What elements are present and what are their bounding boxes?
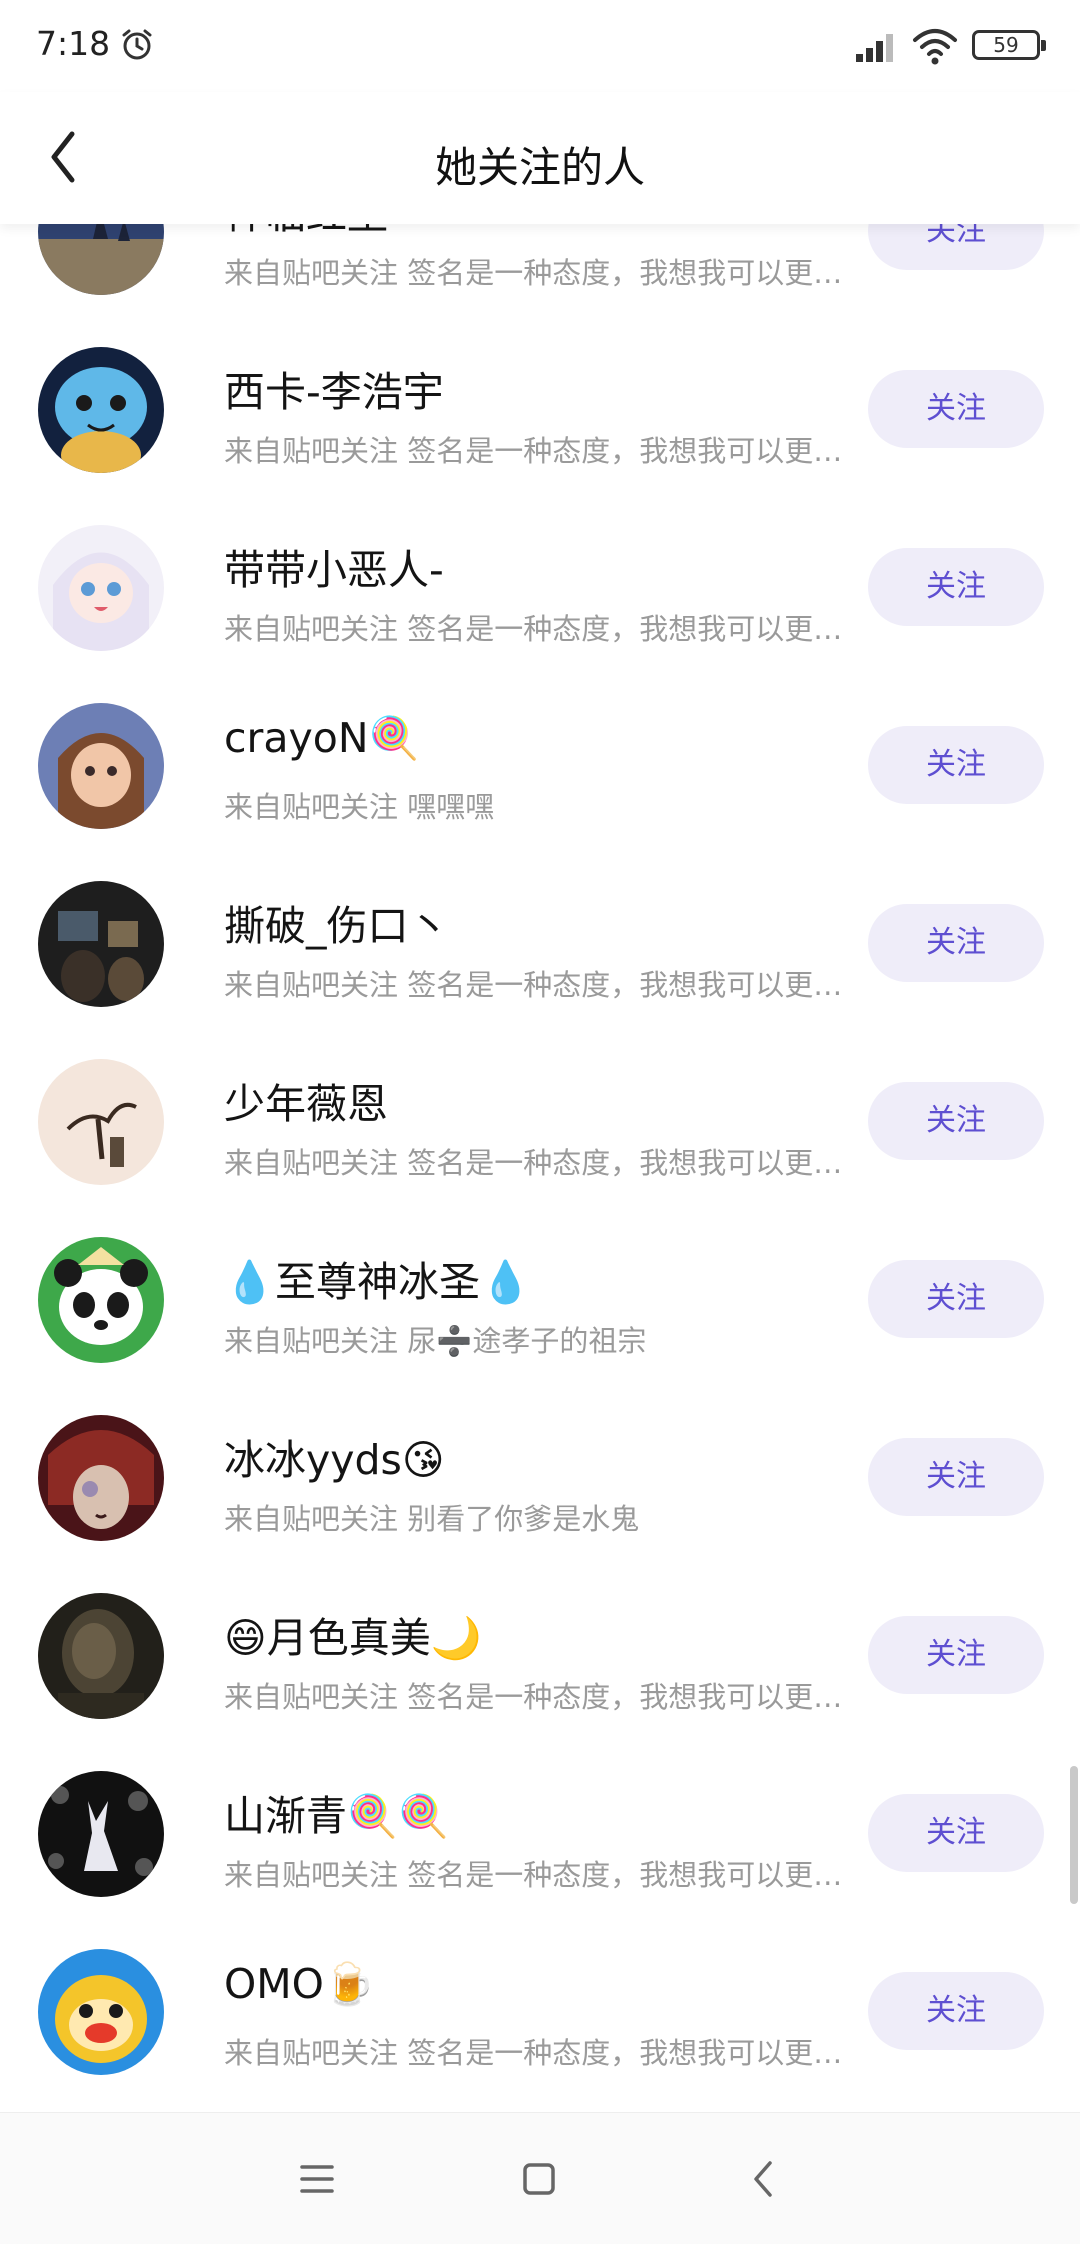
user-desc: 来自贴吧关注 签名是一种态度，我想我可以更酷…: [224, 612, 846, 646]
user-name: 少年薇恩: [224, 1080, 388, 1128]
user-desc: 来自贴吧关注 签名是一种态度，我想我可以更酷…: [224, 1858, 846, 1892]
follow-button[interactable]: 关注: [868, 1616, 1044, 1694]
following-list[interactable]: 神临红尘 来自贴吧关注 签名是一种态度，我想我可以更酷… 关注 西卡-李浩宇 来…: [0, 224, 1080, 2112]
user-desc: 来自贴吧关注 签名是一种态度，我想我可以更酷…: [224, 1146, 846, 1180]
follow-button[interactable]: 关注: [868, 224, 1044, 270]
status-time: 7:18: [36, 24, 111, 63]
user-desc: 来自贴吧关注 签名是一种态度，我想我可以更酷…: [224, 256, 846, 290]
battery-icon: 59: [972, 30, 1046, 60]
alarm-icon: [122, 29, 152, 60]
list-item[interactable]: 少年薇恩 来自贴吧关注 签名是一种态度，我想我可以更酷… 关注: [0, 1032, 1080, 1210]
user-desc: 来自贴吧关注 尿➗途孝子的祖宗: [224, 1324, 647, 1358]
list-item[interactable]: OMO🍺 来自贴吧关注 签名是一种态度，我想我可以更酷… 关注: [0, 1922, 1080, 2100]
follow-button[interactable]: 关注: [868, 1794, 1044, 1872]
system-nav-bar: [0, 2112, 1080, 2244]
wifi-icon: [913, 29, 957, 65]
avatar[interactable]: [38, 1593, 164, 1719]
user-name: 😄月色真美🌙: [224, 1614, 482, 1662]
user-name: 神临红尘: [224, 224, 388, 240]
status-bar: 7:18 59: [0, 0, 1080, 92]
list-item[interactable]: 💧至尊神冰圣💧 来自贴吧关注 尿➗途孝子的祖宗 关注: [0, 1210, 1080, 1388]
user-name: OMO🍺: [224, 1960, 375, 2008]
list-item[interactable]: 撕破_伤口丶 来自贴吧关注 签名是一种态度，我想我可以更酷… 关注: [0, 854, 1080, 1032]
user-name: 西卡-李浩宇: [224, 368, 444, 416]
user-name: 山渐青🍭🍭: [224, 1792, 450, 1840]
follow-button[interactable]: 关注: [868, 1260, 1044, 1338]
list-item[interactable]: 西卡-李浩宇 来自贴吧关注 签名是一种态度，我想我可以更酷… 关注: [0, 320, 1080, 498]
avatar[interactable]: [38, 1415, 164, 1541]
home-square-icon[interactable]: [504, 2147, 574, 2211]
follow-button[interactable]: 关注: [868, 548, 1044, 626]
list-item[interactable]: 带带小恶人- 来自贴吧关注 签名是一种态度，我想我可以更酷… 关注: [0, 498, 1080, 676]
scrollbar[interactable]: [1070, 1766, 1078, 1904]
top-nav-bar: 她关注的人: [0, 92, 1080, 224]
user-name: 带带小恶人-: [224, 546, 444, 594]
avatar[interactable]: [38, 1771, 164, 1897]
user-desc: 来自贴吧关注 签名是一种态度，我想我可以更酷…: [224, 1680, 846, 1714]
user-desc: 来自贴吧关注 签名是一种态度，我想我可以更酷…: [224, 2036, 846, 2070]
avatar[interactable]: [38, 703, 164, 829]
avatar[interactable]: [38, 347, 164, 473]
list-item[interactable]: 山渐青🍭🍭 来自贴吧关注 签名是一种态度，我想我可以更酷… 关注: [0, 1744, 1080, 1922]
user-name: 💧至尊神冰圣💧: [224, 1258, 532, 1306]
follow-button[interactable]: 关注: [868, 1972, 1044, 2050]
user-desc: 来自贴吧关注 签名是一种态度，我想我可以更酷…: [224, 434, 846, 468]
user-name: 冰冰yyds😘: [224, 1436, 445, 1484]
list-item[interactable]: 冰冰yyds😘 来自贴吧关注 别看了你爹是水鬼 关注: [0, 1388, 1080, 1566]
avatar[interactable]: [38, 525, 164, 651]
page-title: 她关注的人: [434, 143, 645, 192]
follow-button[interactable]: 关注: [868, 726, 1044, 804]
follow-button[interactable]: 关注: [868, 904, 1044, 982]
avatar[interactable]: [38, 224, 164, 295]
user-name: 撕破_伤口丶: [224, 902, 450, 950]
avatar[interactable]: [38, 1237, 164, 1363]
user-desc: 来自贴吧关注 别看了你爹是水鬼: [224, 1502, 640, 1536]
menu-icon[interactable]: [282, 2147, 352, 2211]
signal-icon: [856, 34, 893, 62]
list-item[interactable]: 神临红尘 来自贴吧关注 签名是一种态度，我想我可以更酷… 关注: [0, 224, 1080, 320]
sys-back-icon[interactable]: [730, 2147, 800, 2211]
user-desc: 来自贴吧关注 嘿嘿嘿: [224, 790, 495, 824]
user-desc: 来自贴吧关注 签名是一种态度，我想我可以更酷…: [224, 968, 846, 1002]
follow-button[interactable]: 关注: [868, 1438, 1044, 1516]
avatar[interactable]: [38, 1949, 164, 2075]
list-item[interactable]: 😄月色真美🌙 来自贴吧关注 签名是一种态度，我想我可以更酷… 关注: [0, 1566, 1080, 1744]
user-name: crayoN🍭: [224, 714, 420, 762]
follow-button[interactable]: 关注: [868, 1082, 1044, 1160]
avatar[interactable]: [38, 881, 164, 1007]
avatar[interactable]: [38, 1059, 164, 1185]
follow-button[interactable]: 关注: [868, 370, 1044, 448]
list-item[interactable]: crayoN🍭 来自贴吧关注 嘿嘿嘿 关注: [0, 676, 1080, 854]
